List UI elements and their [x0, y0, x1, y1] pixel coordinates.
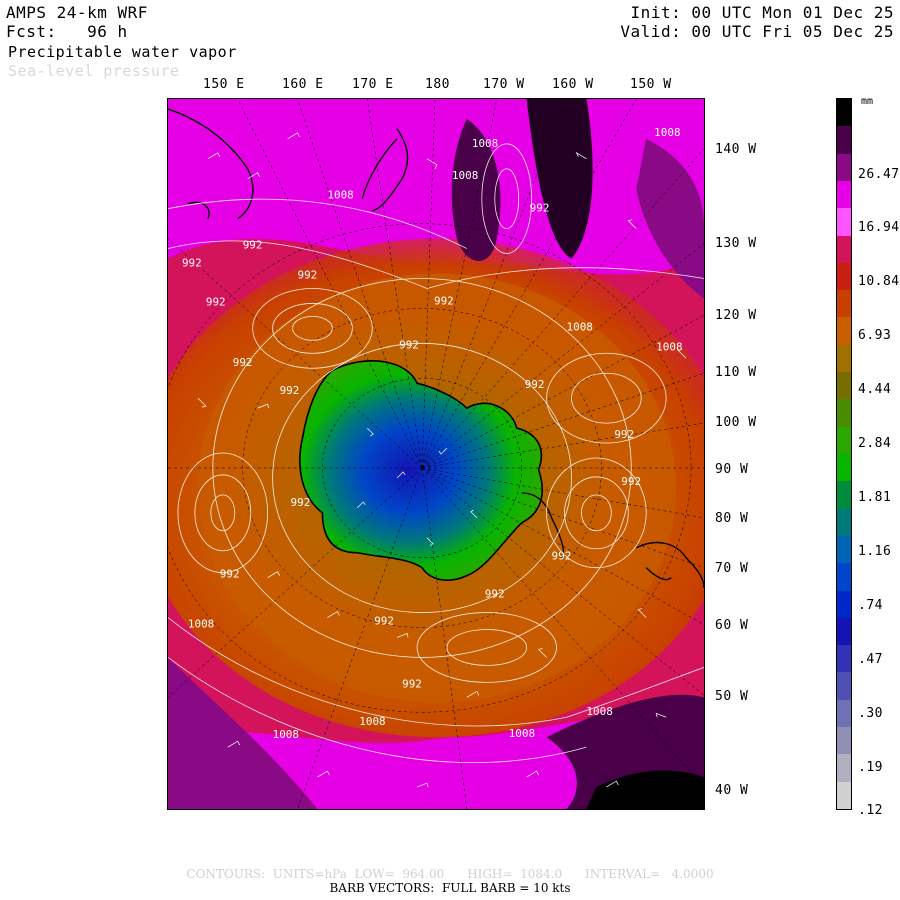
lon-label-160w: 160 W: [552, 77, 594, 92]
field-title-slp: Sea-level pressure: [8, 62, 180, 80]
lon-label-40w: 40 W: [715, 783, 749, 798]
lon-label-170e: 170 E: [352, 77, 394, 92]
colorbar-segment: [837, 180, 851, 209]
lon-label-170w: 170 W: [483, 77, 525, 92]
pressure-label: 992: [552, 550, 572, 563]
colorbar-segment: [837, 617, 851, 646]
colorbar-segment: [837, 262, 851, 291]
colorbar-segment: [837, 290, 851, 318]
pressure-label: 1008: [273, 728, 299, 741]
colorbar-segment: [837, 508, 851, 537]
pressure-label: 992: [621, 475, 641, 488]
pressure-label: 992: [374, 615, 394, 628]
lon-label-50w: 50 W: [715, 689, 749, 704]
lon-label-140w: 140 W: [715, 142, 757, 157]
pressure-label: 992: [399, 338, 419, 351]
precipitable-water-map[interactable]: 1008 1008 1008 1008 992 992 992 992 1008…: [167, 98, 705, 810]
pressure-label: 992: [298, 268, 318, 281]
field-title-pwv: Precipitable water vapor: [8, 43, 237, 61]
colorbar-label: 1.16: [858, 544, 892, 559]
lon-label-90w: 90 W: [715, 462, 749, 477]
forecast-hour: Fcst: 96 h: [6, 22, 128, 41]
colorbar-segment: [837, 372, 851, 400]
valid-time: Valid: 00 UTC Fri 05 Dec 25: [620, 22, 894, 41]
pressure-label: 1008: [472, 137, 498, 150]
pressure-label: 992: [530, 202, 550, 215]
colorbar-segment: [837, 454, 851, 482]
colorbar-segment: [837, 126, 851, 155]
pressure-label: 1008: [586, 705, 612, 718]
lon-label-150w: 150 W: [630, 77, 672, 92]
lon-label-130w: 130 W: [715, 236, 757, 251]
pressure-label: 1008: [654, 126, 680, 139]
pressure-label: 992: [206, 295, 226, 308]
pressure-label: 992: [614, 428, 634, 441]
colorbar-segment: [837, 645, 851, 673]
colorbar-label: 26.47: [858, 167, 900, 182]
pressure-label: 1008: [452, 169, 478, 182]
colorbar-segment: [837, 344, 851, 373]
colorbar-segment: [837, 563, 851, 592]
colorbar-label: .12: [858, 803, 883, 818]
colorbar-unit: mm: [861, 96, 874, 107]
colorbar-label: .47: [858, 652, 883, 667]
lon-label-100w: 100 W: [715, 415, 757, 430]
pressure-label: 992: [182, 257, 202, 270]
lon-label-150e: 150 E: [203, 77, 245, 92]
colorbar-label: 1.81: [858, 490, 892, 505]
colorbar-segment: [837, 672, 851, 701]
pressure-label: 1008: [188, 618, 214, 631]
colorbar-label: .30: [858, 706, 883, 721]
colorbar-label: 16.94: [858, 220, 900, 235]
colorbar-segment: [837, 781, 851, 810]
pressure-label: 992: [434, 294, 454, 307]
contours-info: CONTOURS: UNITS=hPa LOW= 964.00 HIGH= 10…: [186, 867, 714, 881]
colorbar-segment: [837, 208, 851, 237]
pressure-label: 1008: [327, 189, 353, 202]
lon-label-180: 180: [425, 77, 450, 92]
colorbar: [836, 98, 852, 810]
colorbar-label: 6.93: [858, 328, 892, 343]
pressure-label: 992: [291, 496, 311, 509]
lon-label-60w: 60 W: [715, 618, 749, 633]
colorbar-segment: [837, 535, 851, 564]
lon-label-120w: 120 W: [715, 308, 757, 323]
colorbar-segment: [837, 99, 851, 127]
lon-label-110w: 110 W: [715, 365, 757, 380]
lon-label-80w: 80 W: [715, 511, 749, 526]
lon-label-160e: 160 E: [282, 77, 324, 92]
pressure-label: 1008: [509, 727, 535, 740]
pressure-label: 992: [485, 588, 505, 601]
colorbar-segment: [837, 426, 851, 455]
colorbar-segment: [837, 235, 851, 264]
pressure-label: 1008: [656, 340, 682, 353]
colorbar-label: 4.44: [858, 382, 892, 397]
colorbar-segment: [837, 317, 851, 346]
colorbar-segment: [837, 590, 851, 619]
pressure-label: 992: [402, 677, 422, 690]
pressure-label: 992: [280, 384, 300, 397]
colorbar-segment: [837, 727, 851, 755]
pressure-label: 1008: [359, 715, 385, 728]
model-title: AMPS 24-km WRF: [6, 3, 148, 22]
colorbar-label: .19: [858, 760, 883, 775]
pressure-label: 992: [220, 568, 240, 581]
pressure-label: 992: [525, 378, 545, 391]
lon-label-70w: 70 W: [715, 561, 749, 576]
colorbar-segment: [837, 481, 851, 510]
colorbar-segment: [837, 153, 851, 182]
colorbar-label: 10.84: [858, 274, 900, 289]
barb-vectors-info: BARB VECTORS: FULL BARB = 10 kts: [329, 881, 571, 895]
pressure-label: 992: [243, 239, 263, 252]
colorbar-segment: [837, 699, 851, 728]
colorbar-segment: [837, 399, 851, 428]
pressure-label: 992: [233, 356, 253, 369]
colorbar-segment: [837, 754, 851, 783]
init-time: Init: 00 UTC Mon 01 Dec 25: [630, 3, 894, 22]
colorbar-label: .74: [858, 598, 883, 613]
pressure-label: 1008: [567, 320, 593, 333]
colorbar-label: 2.84: [858, 436, 892, 451]
